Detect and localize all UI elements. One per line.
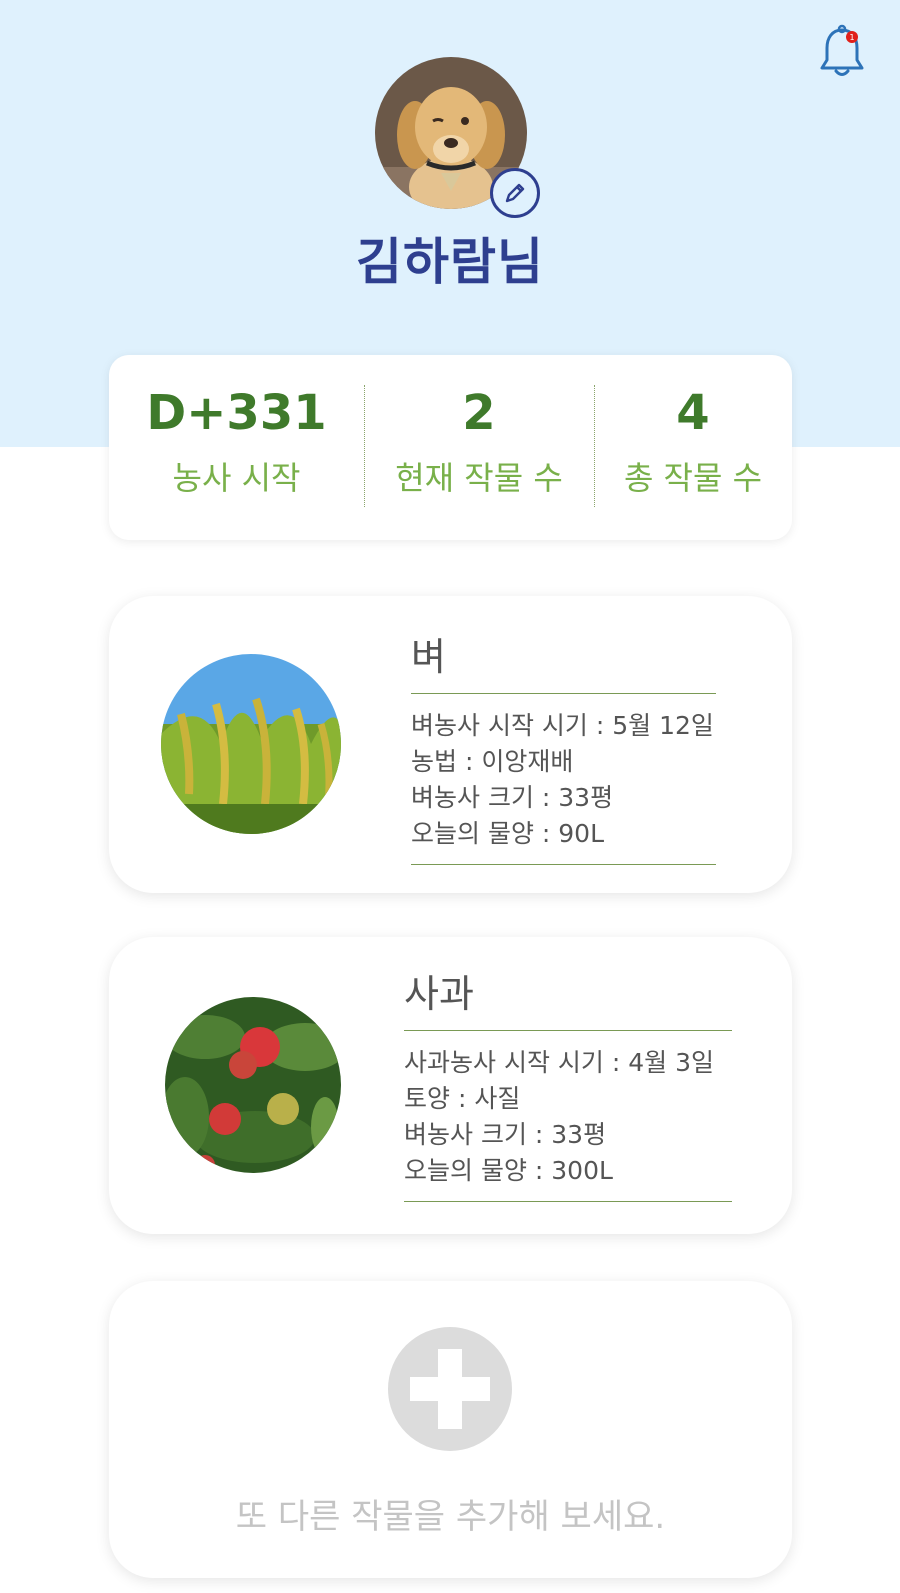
crop-details: 사과농사 시작 시기 : 4월 3일 토양 : 사질 벼농사 크기 : 33평 … [404, 1031, 732, 1202]
crop-detail-size: 벼농사 크기 : 33평 [411, 783, 614, 812]
plus-icon[interactable] [388, 1327, 512, 1451]
stat-label: 총 작물 수 [623, 459, 763, 497]
rice-photo [161, 654, 341, 834]
stat-total-crops: 4 총 작물 수 [594, 355, 792, 540]
stat-label: 농사 시작 [172, 459, 301, 497]
crop-name: 벼 [411, 626, 716, 694]
stat-value: 4 [676, 385, 710, 441]
stat-current-crops: 2 현재 작물 수 [364, 355, 594, 540]
crop-info: 벼 벼농사 시작 시기 : 5월 12일 농법 : 이앙재배 벼농사 크기 : … [411, 626, 716, 865]
crop-detail-soil: 토양 : 사질 [404, 1084, 521, 1113]
add-crop-card[interactable]: 또 다른 작물을 추가해 보세요. [109, 1281, 792, 1578]
farming-stats-card: D+331 농사 시작 2 현재 작물 수 4 총 작물 수 [109, 355, 792, 540]
bell-icon: 1 [820, 24, 864, 76]
crop-detail-start-date: 사과농사 시작 시기 : 4월 3일 [404, 1048, 714, 1077]
rice-image [161, 654, 341, 834]
crop-card-rice[interactable]: 벼 벼농사 시작 시기 : 5월 12일 농법 : 이앙재배 벼농사 크기 : … [109, 596, 792, 893]
username: 김하람님 [356, 233, 544, 291]
notification-count: 1 [849, 33, 854, 42]
crop-details: 벼농사 시작 시기 : 5월 12일 농법 : 이앙재배 벼농사 크기 : 33… [411, 694, 716, 865]
crop-name: 사과 [404, 963, 732, 1031]
stat-value: D+331 [146, 385, 327, 441]
stat-value: 2 [462, 385, 496, 441]
notification-button[interactable]: 1 [818, 22, 866, 82]
apple-photo [165, 997, 341, 1173]
stat-label: 현재 작물 수 [395, 459, 563, 497]
add-crop-text: 또 다른 작물을 추가해 보세요. [235, 1497, 666, 1537]
edit-profile-button[interactable] [490, 168, 540, 218]
crop-detail-water: 오늘의 물양 : 300L [404, 1156, 613, 1185]
crop-detail-start-date: 벼농사 시작 시기 : 5월 12일 [411, 711, 714, 740]
crop-card-apple[interactable]: 사과 사과농사 시작 시기 : 4월 3일 토양 : 사질 벼농사 크기 : 3… [109, 937, 792, 1234]
apple-image [165, 997, 341, 1173]
crop-detail-size: 벼농사 크기 : 33평 [404, 1120, 607, 1149]
stat-farming-days: D+331 농사 시작 [109, 355, 364, 540]
crop-detail-water: 오늘의 물양 : 90L [411, 819, 605, 848]
crop-detail-method: 농법 : 이앙재배 [411, 747, 574, 776]
crop-info: 사과 사과농사 시작 시기 : 4월 3일 토양 : 사질 벼농사 크기 : 3… [404, 963, 732, 1202]
profile-avatar-container [375, 57, 540, 218]
pencil-icon [505, 183, 525, 203]
